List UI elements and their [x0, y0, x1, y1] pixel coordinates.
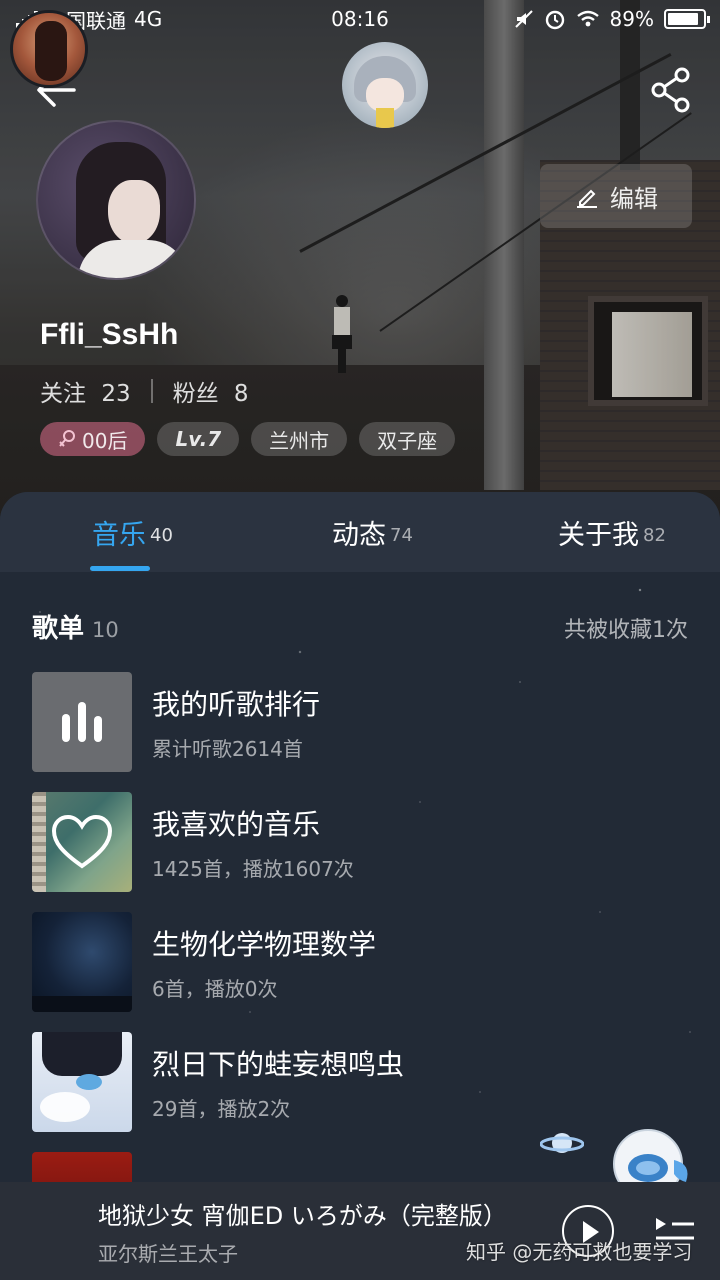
age-label: 00后: [82, 428, 128, 453]
following-link[interactable]: 关注 23: [40, 374, 131, 408]
following-count: 23: [101, 381, 131, 407]
tab-about-label: 关于我: [558, 519, 639, 551]
tab-about[interactable]: 关于我 82: [558, 492, 666, 572]
playlist-subtitle: 1425首，播放1607次: [152, 856, 354, 881]
mute-icon: [514, 10, 533, 28]
planet-icon[interactable]: [540, 1126, 584, 1160]
section-count: 10: [92, 618, 119, 642]
playlist-subtitle: 6首，播放0次: [152, 976, 278, 1001]
zodiac-label: 双子座: [377, 428, 438, 453]
followers-link[interactable]: 粉丝 8: [173, 374, 249, 408]
following-label: 关注: [40, 381, 86, 407]
avatar[interactable]: [36, 120, 196, 280]
playlist-subtitle: 累计听歌2614首: [152, 736, 303, 761]
tab-bar: 音乐 40 动态 74 关于我 82: [0, 492, 720, 572]
playlist-section-header: 歌单 10 共被收藏1次: [32, 608, 688, 645]
playlist-subtitle: 29首，播放2次: [152, 1096, 291, 1121]
profile-tags: 00后 Lv.7 兰州市 双子座: [40, 422, 456, 456]
now-playing-cover[interactable]: [10, 10, 88, 88]
playlist-title: 生物化学物理数学: [152, 927, 377, 961]
favorites-cover: [32, 792, 132, 892]
level-tag[interactable]: Lv.7: [157, 422, 240, 456]
playlist-item[interactable]: 我的听歌排行 累计听歌2614首: [32, 672, 688, 772]
wifi-icon: [576, 10, 599, 27]
playlist-title: 我的听歌排行: [152, 687, 321, 721]
mini-avatar[interactable]: [342, 42, 428, 128]
city-tag: 兰州市: [251, 422, 348, 456]
battery-icon: [664, 9, 710, 29]
collected-count: 共被收藏1次: [564, 618, 688, 643]
edit-label: 编辑: [610, 184, 658, 213]
watermark: 知乎 @无药可救也要学习: [466, 1240, 693, 1264]
playlist-title: 我喜欢的音乐: [152, 807, 321, 841]
bar-chart-icon: [62, 702, 102, 742]
follow-stats: 关注 23 粉丝 8: [40, 374, 249, 408]
heart-icon: [51, 814, 113, 869]
zodiac-tag: 双子座: [359, 422, 456, 456]
edit-profile-button[interactable]: 编辑: [540, 164, 692, 228]
playlist-title: 烈日下的蛙妄想鸣虫: [152, 1047, 405, 1081]
battery-percent: 89%: [609, 7, 654, 31]
anime-cover: [32, 1032, 132, 1132]
playlist-item[interactable]: 烈日下的蛙妄想鸣虫 29首，播放2次: [32, 1032, 688, 1132]
section-title: 歌单 10: [32, 608, 119, 645]
ranking-cover: [32, 672, 132, 772]
playlist-item[interactable]: 生物化学物理数学 6首，播放0次: [32, 912, 688, 1012]
pencil-icon: [577, 189, 597, 208]
tab-indicator: [90, 566, 150, 571]
share-button[interactable]: [646, 64, 698, 116]
playlist-item[interactable]: 我喜欢的音乐 1425首，播放1607次: [32, 792, 688, 892]
status-bar: 中国联通 4G 08:16 89%: [0, 0, 720, 38]
age-tag: 00后: [40, 422, 146, 456]
tab-activity-count: 74: [390, 524, 413, 546]
female-icon: [59, 430, 75, 447]
tab-music-label: 音乐: [92, 519, 146, 551]
battery-fill: [668, 13, 699, 25]
alarm-icon: [545, 10, 564, 30]
divider: [150, 379, 153, 403]
tab-activity-label: 动态: [332, 519, 386, 551]
city-label: 兰州市: [269, 428, 330, 453]
now-playing-title: 地狱少女 宵伽ED いろがみ（完整版）: [98, 1202, 507, 1230]
galaxy-cover: [32, 912, 132, 1012]
tab-about-count: 82: [643, 524, 666, 546]
section-title-label: 歌单: [32, 614, 85, 644]
followers-count: 8: [233, 381, 249, 407]
tab-music-count: 40: [150, 524, 173, 546]
share-icon: [651, 67, 690, 113]
level-label: Lv.7: [175, 427, 222, 451]
now-playing-artist: 亚尔斯兰王太子: [98, 1242, 238, 1266]
tab-activity[interactable]: 动态 74: [332, 492, 413, 572]
followers-label: 粉丝: [172, 381, 219, 407]
tab-music[interactable]: 音乐 40: [92, 492, 173, 572]
username: Ffli_SsHh: [40, 318, 179, 351]
